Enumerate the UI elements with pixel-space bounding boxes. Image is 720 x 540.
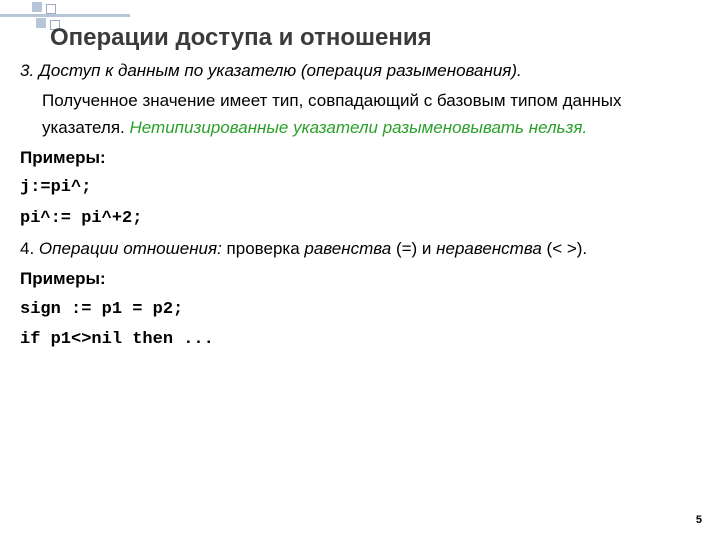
section3-code-1: j:=pi^; — [20, 175, 700, 201]
section3-code-2: pi^:= pi^+2; — [20, 206, 700, 232]
section3-lead: 3. Доступ к данным по указателю (операци… — [20, 61, 522, 80]
section3-paragraph: 3. Доступ к данным по указателю (операци… — [20, 58, 700, 84]
section4-lead-italic: Операции отношения: — [39, 239, 222, 258]
section4-lead-prefix: 4. — [20, 239, 39, 258]
slide-content: Операции доступа и отношения 3. Доступ к… — [20, 24, 700, 520]
decoration-bar — [0, 14, 130, 17]
section4-examples-label: Примеры: — [20, 266, 700, 292]
slide-body: 3. Доступ к данным по указателю (операци… — [20, 58, 700, 353]
slide-title: Операции доступа и отношения — [50, 24, 700, 52]
section3-note: Нетипизированные указатели разыменовыват… — [130, 118, 588, 137]
section3-text: Полученное значение имеет тип, совпадающ… — [20, 88, 700, 141]
decoration-square — [46, 4, 56, 14]
section4-neq-sym: (< >). — [542, 239, 587, 258]
section3-examples-label: Примеры: — [20, 145, 700, 171]
decoration-square — [32, 2, 42, 12]
section4-eq-word: равенства — [304, 239, 391, 258]
section4-code-2: if p1<>nil then ... — [20, 327, 700, 353]
section4-lead-rest: проверка — [222, 239, 305, 258]
section4-neq-word: неравенства — [436, 239, 542, 258]
page-number: 5 — [696, 514, 702, 526]
section4-code-1: sign := p1 = p2; — [20, 297, 700, 323]
section4-eq-sym: (=) и — [391, 239, 436, 258]
section4-paragraph: 4. Операции отношения: проверка равенств… — [20, 236, 700, 262]
